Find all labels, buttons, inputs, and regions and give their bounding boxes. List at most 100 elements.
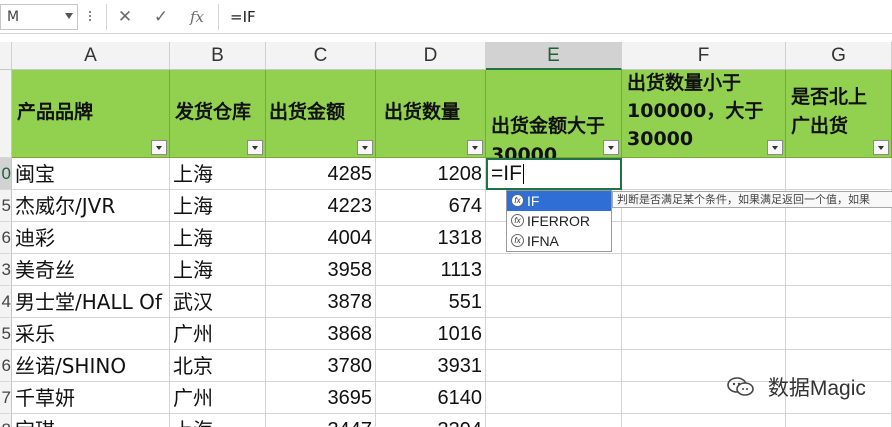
filter-dropdown-icon[interactable] — [467, 140, 483, 155]
cell-amount[interactable]: 3447 — [266, 414, 376, 427]
filter-dropdown-icon[interactable] — [151, 140, 167, 155]
cell-qty[interactable]: 1208 — [376, 158, 486, 190]
spreadsheet-grid: A B C D E F G 产品品牌 发货仓库 出货金额 出货数量 出货金额大于… — [0, 42, 892, 427]
cell-qty[interactable]: 1016 — [376, 318, 486, 350]
column-header-f[interactable]: F — [622, 42, 786, 70]
cell-qty-range[interactable] — [622, 254, 786, 286]
cell-brand[interactable]: 采乐 — [12, 318, 170, 350]
cell-warehouse[interactable]: 武汉 — [170, 286, 266, 318]
header-cell-brand[interactable]: 产品品牌 — [12, 70, 170, 158]
cell-amount[interactable]: 4223 — [266, 190, 376, 222]
formula-bar-grip-icon[interactable] — [88, 9, 92, 25]
header-cell-qty-range[interactable]: 出货数量小于 100000，大于 30000 — [622, 70, 786, 158]
filter-dropdown-icon[interactable] — [247, 140, 263, 155]
name-box-dropdown-icon[interactable] — [65, 13, 73, 19]
header-cell-qty[interactable]: 出货数量 — [376, 70, 486, 158]
row-header[interactable]: 7 — [0, 382, 12, 414]
cell-warehouse[interactable]: 广州 — [170, 318, 266, 350]
cell-amount-gt[interactable] — [486, 286, 622, 318]
filter-dropdown-icon[interactable] — [357, 140, 373, 155]
cell-warehouse[interactable]: 上海 — [170, 222, 266, 254]
function-autocomplete-list[interactable]: fx IF fx IFERROR fx IFNA — [506, 190, 612, 252]
cell-amount-gt[interactable] — [486, 382, 622, 414]
cell-amount[interactable]: 4004 — [266, 222, 376, 254]
cell-qty[interactable]: 6140 — [376, 382, 486, 414]
cell-qty[interactable]: 3931 — [376, 350, 486, 382]
header-cell-amount-gt[interactable]: 出货金额大于 30000 — [486, 70, 622, 166]
cell-qty[interactable]: 674 — [376, 190, 486, 222]
cell-qty-range[interactable] — [622, 318, 786, 350]
cell-brand[interactable]: 迪彩 — [12, 222, 170, 254]
cell-amount[interactable]: 3780 — [266, 350, 376, 382]
cell-qty-range[interactable] — [622, 158, 786, 190]
cell-amount[interactable]: 3695 — [266, 382, 376, 414]
cell-qty-range[interactable] — [622, 414, 786, 427]
cell-brand[interactable]: 男士堂/HALL Of — [12, 286, 170, 318]
cell-north-shanghai-guangzhou[interactable] — [786, 286, 892, 318]
header-cell-amount[interactable]: 出货金额 — [266, 70, 376, 158]
row-header[interactable]: 6 — [0, 350, 12, 382]
cell-amount-gt[interactable] — [486, 414, 622, 427]
cell-north-shanghai-guangzhou[interactable] — [786, 158, 892, 190]
cell-amount[interactable]: 4285 — [266, 158, 376, 190]
insert-function-icon[interactable]: fx — [182, 4, 212, 30]
row-header[interactable]: 3 — [0, 254, 12, 286]
cell-amount[interactable]: 3868 — [266, 318, 376, 350]
column-header-d[interactable]: D — [376, 42, 486, 70]
row-header[interactable] — [0, 70, 12, 158]
cell-qty[interactable]: 1318 — [376, 222, 486, 254]
cell-warehouse[interactable]: 广州 — [170, 382, 266, 414]
cell-brand[interactable]: 千草妍 — [12, 382, 170, 414]
cell-north-shanghai-guangzhou[interactable] — [786, 318, 892, 350]
row-header[interactable]: 4 — [0, 286, 12, 318]
cell-warehouse[interactable]: 北京 — [170, 350, 266, 382]
cell-brand[interactable]: 宝琪 — [12, 414, 170, 427]
column-header-c[interactable]: C — [266, 42, 376, 70]
cell-qty[interactable]: 3394 — [376, 414, 486, 427]
filter-dropdown-icon[interactable] — [603, 140, 619, 155]
column-header-e[interactable]: E — [486, 42, 622, 70]
row-header[interactable]: 6 — [0, 222, 12, 254]
cell-qty[interactable]: 551 — [376, 286, 486, 318]
cell-amount-gt[interactable] — [486, 318, 622, 350]
active-cell[interactable]: =IF — [486, 158, 622, 190]
cell-amount-gt[interactable] — [486, 254, 622, 286]
cell-warehouse[interactable]: 上海 — [170, 190, 266, 222]
cell-amount[interactable]: 3878 — [266, 286, 376, 318]
header-label-line: 30000 — [627, 128, 694, 150]
cell-brand[interactable]: 美奇丝 — [12, 254, 170, 286]
name-box[interactable]: M — [0, 4, 78, 30]
column-header-b[interactable]: B — [170, 42, 266, 70]
autocomplete-item[interactable]: fx IFNA — [507, 231, 611, 251]
cell-amount[interactable]: 3958 — [266, 254, 376, 286]
cell-qty-range[interactable] — [622, 286, 786, 318]
cell-qty-range[interactable] — [622, 222, 786, 254]
autocomplete-item[interactable]: fx IF — [507, 191, 611, 211]
cell-brand[interactable]: 杰威尔/JVR — [12, 190, 170, 222]
column-header-a[interactable]: A — [12, 42, 170, 70]
row-header[interactable]: 5 — [0, 190, 12, 222]
row-header[interactable]: 0 — [0, 158, 12, 190]
row-header[interactable]: 5 — [0, 318, 12, 350]
cell-north-shanghai-guangzhou[interactable] — [786, 254, 892, 286]
cell-qty[interactable]: 1113 — [376, 254, 486, 286]
filter-dropdown-icon[interactable] — [873, 140, 889, 155]
formula-input[interactable]: =IF — [222, 4, 892, 30]
cell-warehouse[interactable]: 上海 — [170, 254, 266, 286]
header-cell-warehouse[interactable]: 发货仓库 — [170, 70, 266, 158]
cell-warehouse[interactable]: 上海 — [170, 414, 266, 427]
autocomplete-item[interactable]: fx IFERROR — [507, 211, 611, 231]
cell-brand[interactable]: 丝诺/SHINO — [12, 350, 170, 382]
cancel-icon[interactable]: ✕ — [110, 4, 140, 30]
cell-north-shanghai-guangzhou[interactable] — [786, 414, 892, 427]
header-cell-north-shanghai-guangzhou[interactable]: 是否北上 广出货 — [786, 70, 892, 158]
filter-dropdown-icon[interactable] — [767, 140, 783, 155]
column-header-g[interactable]: G — [786, 42, 892, 70]
cell-brand[interactable]: 闽宝 — [12, 158, 170, 190]
cell-amount-gt[interactable] — [486, 350, 622, 382]
enter-icon[interactable]: ✓ — [146, 4, 176, 30]
cell-warehouse[interactable]: 上海 — [170, 158, 266, 190]
row-header[interactable]: 8 — [0, 414, 12, 427]
cell-north-shanghai-guangzhou[interactable] — [786, 222, 892, 254]
select-all-corner[interactable] — [0, 42, 12, 70]
